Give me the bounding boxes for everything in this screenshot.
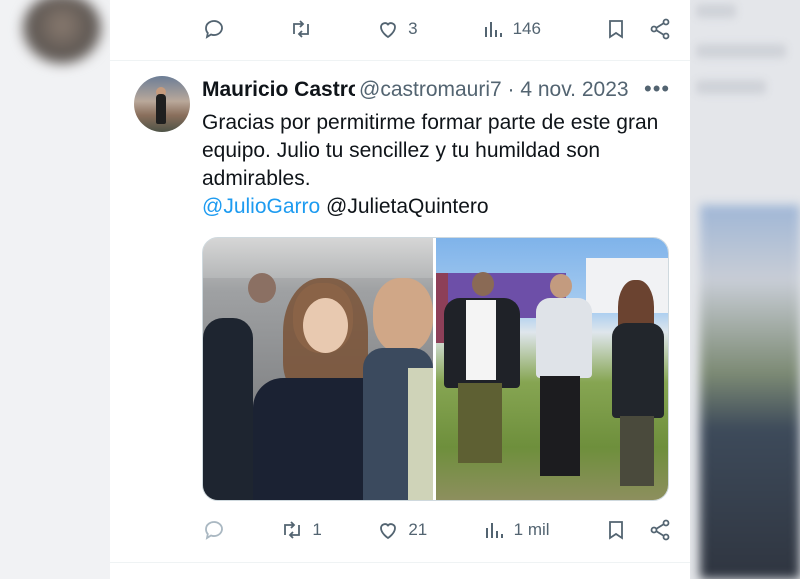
blurred-text	[696, 80, 766, 94]
background-right	[690, 0, 800, 579]
author-handle-date[interactable]: @castromauri7 · 4 nov. 2023	[359, 78, 629, 102]
heart-icon	[380, 22, 396, 39]
view-count: 146	[512, 19, 541, 38]
tweet-card: 3 146 Mauricio Castro @castromauri7 · 4 …	[110, 0, 690, 579]
views-icon	[484, 22, 502, 37]
mention-text[interactable]: @JulietaQuintero	[326, 195, 489, 218]
divider	[110, 60, 690, 61]
retweet-button[interactable]	[289, 17, 313, 41]
bookmark-icon[interactable]	[604, 17, 628, 41]
views-button[interactable]: 146	[481, 17, 541, 41]
photo-group[interactable]	[436, 238, 668, 500]
previous-tweet-actions: 3 146	[202, 11, 672, 47]
share-icon[interactable]	[648, 518, 672, 542]
avatar[interactable]	[134, 76, 190, 132]
blurred-photo	[700, 205, 800, 579]
author-name[interactable]: Mauricio Castro	[202, 78, 355, 102]
tweet-text: Gracias por permitirme formar parte de e…	[202, 111, 659, 190]
bookmark-icon[interactable]	[604, 518, 628, 542]
blurred-avatar	[22, 0, 102, 64]
like-count: 21	[408, 520, 428, 539]
tweet-header: Mauricio Castro @castromauri7 · 4 nov. 2…	[202, 76, 672, 106]
retweet-button[interactable]: 1	[280, 518, 322, 542]
more-options-icon[interactable]: •••	[644, 76, 670, 102]
retweet-count: 1	[312, 520, 322, 539]
share-icon[interactable]	[648, 17, 672, 41]
background-left	[0, 0, 110, 579]
like-button[interactable]: 3	[376, 17, 418, 41]
views-icon	[485, 523, 503, 538]
reply-button[interactable]	[202, 17, 226, 41]
reply-icon	[205, 521, 223, 540]
like-count: 3	[408, 19, 418, 38]
retweet-icon	[284, 521, 301, 539]
blurred-text	[696, 4, 736, 18]
reply-icon	[205, 20, 223, 39]
mention-link[interactable]: @JulioGarro	[202, 195, 320, 218]
heart-icon	[380, 523, 397, 540]
tweet-actions: 1 21 1 mil	[202, 512, 672, 548]
reply-button[interactable]	[202, 518, 226, 542]
tweet-mentions: @JulioGarro @JulietaQuintero	[202, 193, 489, 221]
tweet-media	[202, 237, 669, 501]
divider	[110, 562, 690, 563]
views-button[interactable]: 1 mil	[482, 518, 550, 542]
view-count: 1 mil	[513, 520, 550, 539]
like-button[interactable]: 21	[376, 518, 427, 542]
retweet-icon	[293, 20, 309, 38]
photo-crowd[interactable]	[203, 238, 433, 500]
blurred-text	[696, 44, 786, 58]
